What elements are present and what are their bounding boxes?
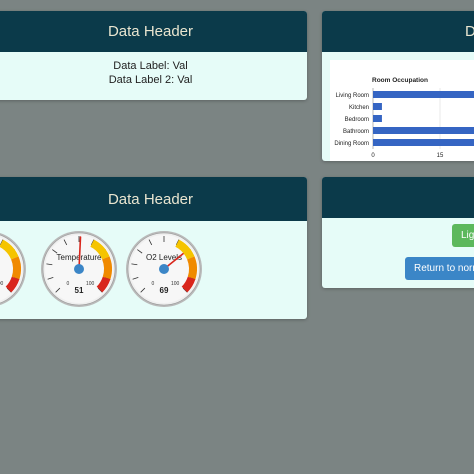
chart-category-label: Bedroom	[345, 117, 369, 123]
chart-card: D Room Occupation Living Room Kitchen Bedro…	[322, 11, 474, 161]
gauge-min-label: 0	[151, 281, 154, 287]
chart-tick-label: 0	[371, 153, 375, 159]
info-card-title: Data Header	[107, 23, 194, 40]
info-card-header: Data Header	[0, 11, 307, 52]
gauge-value: 51	[75, 286, 84, 295]
data-label-1: Data Label: Val	[113, 60, 188, 72]
room-occupation-chart: Room Occupation Living Room Kitchen Bedroom…	[334, 77, 474, 159]
gauges-card: Data Header evel0100Temperature010051O2 …	[0, 177, 307, 319]
chart-card-title: D	[465, 23, 474, 40]
gauges-card-header: Data Header	[0, 177, 307, 221]
gauge-orange-band	[102, 256, 112, 280]
chart-category-label: Bathroom	[343, 129, 369, 135]
data-label-2: Data Label 2: Val	[108, 74, 193, 86]
chart-bar	[373, 127, 474, 134]
chart-bar	[373, 103, 382, 110]
chart-title: Room Occupation	[372, 77, 428, 84]
info-card-body: Data Label: Val Data Label 2: Val	[0, 52, 307, 87]
gauge-max-label: 100	[86, 281, 95, 287]
chart-bar	[373, 91, 474, 98]
gauges-area: evel0100Temperature010051O2 Levels010069	[0, 231, 202, 307]
info-card: Data Header Data Label: Val Data Label 2…	[0, 11, 307, 100]
chart-bar	[373, 115, 382, 122]
gauge-orange-band	[11, 256, 21, 280]
controls-card-header	[322, 177, 474, 218]
return-to-normal-button[interactable]: Return to norm	[405, 257, 474, 280]
lights-button[interactable]: Lig	[452, 224, 474, 247]
gauge-max-label: 100	[171, 281, 180, 287]
gauges-card-title: Data Header	[107, 190, 194, 208]
chart-card-header: D	[322, 11, 474, 52]
gauge-label: O2 Levels	[146, 253, 182, 262]
gauge-orange-band	[187, 256, 197, 280]
gauge-min-label: 0	[66, 281, 69, 287]
chart-category-label: Kitchen	[349, 105, 369, 111]
chart-bar	[373, 139, 474, 146]
chart-category-label: Living Room	[336, 93, 369, 99]
controls-card: Lig Return to norm	[322, 177, 474, 288]
gauge-hub	[159, 264, 169, 274]
gauge-max-label: 100	[0, 281, 4, 287]
room-occupation-chart-container: Room Occupation Living Room Kitchen Bedroom…	[330, 60, 474, 161]
chart-tick-label: 15	[437, 153, 444, 159]
gauge-hub	[74, 264, 84, 274]
gauge-value: 69	[160, 286, 169, 295]
chart-category-label: Dining Room	[334, 141, 369, 147]
